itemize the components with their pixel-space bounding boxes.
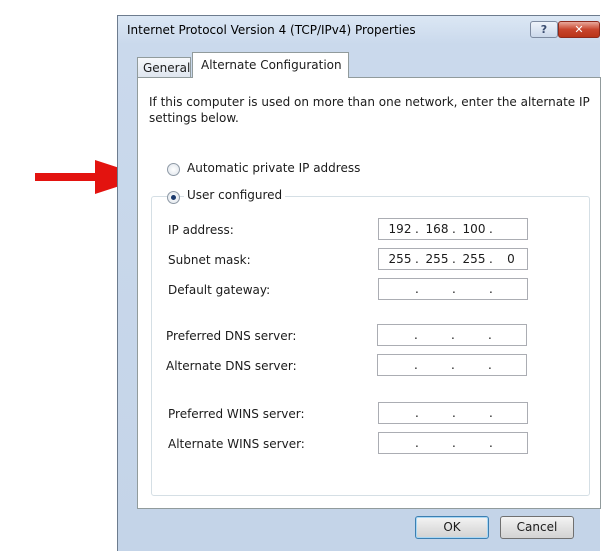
octet-separator: . bbox=[415, 222, 419, 236]
octet: 192 bbox=[388, 222, 412, 236]
octet-separator: . bbox=[415, 282, 419, 296]
preferred-dns-field[interactable]: . . . bbox=[377, 324, 527, 346]
octet-separator: . bbox=[489, 222, 493, 236]
octet-separator: . bbox=[414, 328, 418, 342]
octet-separator: . bbox=[415, 252, 419, 266]
tcpip-properties-dialog: Internet Protocol Version 4 (TCP/IPv4) P… bbox=[117, 15, 601, 551]
octet-separator: . bbox=[415, 406, 419, 420]
alternate-wins-field[interactable]: . . . bbox=[378, 432, 528, 454]
alternate-dns-label: Alternate DNS server: bbox=[166, 359, 297, 373]
octet-separator: . bbox=[489, 282, 493, 296]
close-icon: ✕ bbox=[574, 23, 584, 36]
ip-address-field[interactable]: 192 . 168 . 100 . bbox=[378, 218, 528, 240]
octet: 255 bbox=[388, 252, 412, 266]
default-gateway-field[interactable]: . . . bbox=[378, 278, 528, 300]
ok-button[interactable]: OK bbox=[415, 516, 489, 539]
automatic-private-ip-label: Automatic private IP address bbox=[187, 161, 361, 175]
preferred-wins-label: Preferred WINS server: bbox=[168, 407, 305, 421]
octet-separator: . bbox=[489, 436, 493, 450]
octet: 100 bbox=[462, 222, 486, 236]
ok-button-label: OK bbox=[443, 520, 461, 534]
octet-separator: . bbox=[452, 252, 456, 266]
octet-separator: . bbox=[488, 358, 492, 372]
alternate-wins-label: Alternate WINS server: bbox=[168, 437, 305, 451]
close-button[interactable]: ✕ bbox=[558, 21, 600, 38]
octet-separator: . bbox=[452, 406, 456, 420]
ip-address-label: IP address: bbox=[168, 223, 234, 237]
octet-separator: . bbox=[452, 436, 456, 450]
octet-separator: . bbox=[452, 222, 456, 236]
octet-separator: . bbox=[451, 328, 455, 342]
tab-general-label: General bbox=[143, 61, 191, 75]
help-button[interactable]: ? bbox=[530, 21, 558, 38]
cancel-button[interactable]: Cancel bbox=[500, 516, 574, 539]
octet-separator: . bbox=[452, 282, 456, 296]
tab-alternate-configuration[interactable]: Alternate Configuration bbox=[192, 52, 349, 78]
octet-separator: . bbox=[489, 406, 493, 420]
octet: 168 bbox=[425, 222, 449, 236]
question-icon: ? bbox=[540, 23, 548, 36]
default-gateway-label: Default gateway: bbox=[168, 283, 271, 297]
tab-alternate-configuration-label: Alternate Configuration bbox=[201, 58, 342, 72]
subnet-mask-field[interactable]: 255 . 255 . 255 . 0 bbox=[378, 248, 528, 270]
tab-panel: If this computer is used on more than on… bbox=[137, 77, 601, 509]
octet-separator: . bbox=[488, 328, 492, 342]
window-title: Internet Protocol Version 4 (TCP/IPv4) P… bbox=[127, 23, 416, 37]
octet: 255 bbox=[425, 252, 449, 266]
preferred-wins-field[interactable]: . . . bbox=[378, 402, 528, 424]
automatic-private-ip-radio[interactable] bbox=[167, 163, 180, 176]
subnet-mask-label: Subnet mask: bbox=[168, 253, 251, 267]
octet-separator: . bbox=[415, 436, 419, 450]
alternate-dns-field[interactable]: . . . bbox=[377, 354, 527, 376]
octet: 255 bbox=[462, 252, 486, 266]
octet-separator: . bbox=[451, 358, 455, 372]
user-configured-radio[interactable] bbox=[167, 191, 180, 204]
octet-separator: . bbox=[414, 358, 418, 372]
title-bar: Internet Protocol Version 4 (TCP/IPv4) P… bbox=[118, 16, 600, 44]
preferred-dns-label: Preferred DNS server: bbox=[166, 329, 297, 343]
user-configured-label: User configured bbox=[184, 188, 286, 202]
octet: 0 bbox=[507, 252, 515, 266]
cancel-button-label: Cancel bbox=[516, 520, 558, 534]
description-text: If this computer is used on more than on… bbox=[149, 95, 590, 125]
octet-separator: . bbox=[489, 252, 493, 266]
tab-general[interactable]: General bbox=[137, 57, 191, 77]
